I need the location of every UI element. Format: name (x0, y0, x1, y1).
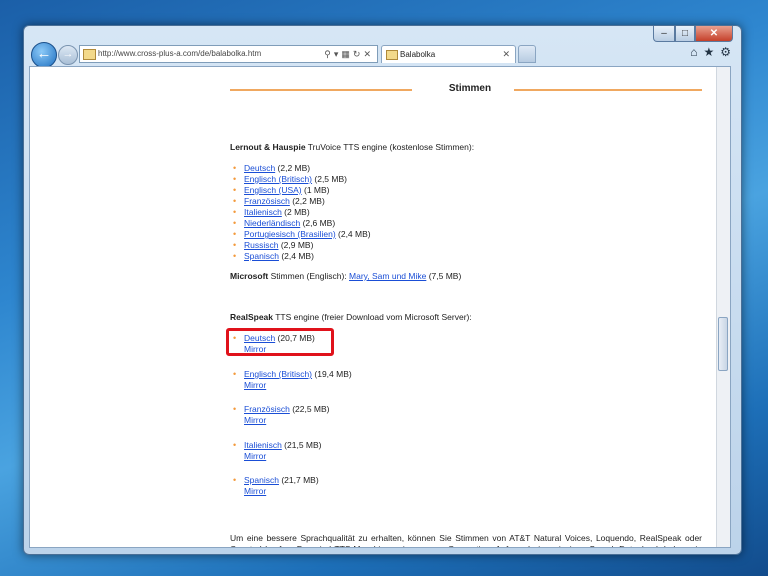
rs-mirror-spanisch[interactable]: Mirror (244, 486, 319, 497)
file-size: (7,5 MB) (426, 271, 462, 281)
maximize-button[interactable]: □ (675, 26, 695, 42)
refresh-icon[interactable]: ↻ (353, 49, 364, 59)
file-size: (2,2 MB) (275, 163, 311, 173)
header-divider-right (514, 89, 702, 91)
file-size: (19,4 MB) (312, 369, 352, 379)
rs-mirror-franzoesisch[interactable]: Mirror (244, 415, 330, 426)
list-item: Englisch (USA) (1 MB) (230, 185, 371, 196)
rs-link-franzoesisch[interactable]: Französisch (244, 404, 290, 414)
vertical-scrollbar[interactable] (716, 67, 730, 547)
lh-link-franzoesisch[interactable]: Französisch (244, 196, 290, 206)
rs-heading-text: TTS engine (freier Download vom Microsof… (273, 312, 472, 322)
ms-text: Stimmen (Englisch): (268, 271, 350, 281)
url-text: http://www.cross-plus-a.com/de/balabolka… (98, 49, 262, 58)
back-button[interactable]: ← (31, 42, 57, 68)
tab-page-icon (386, 50, 398, 60)
rs-brand: RealSpeak (230, 312, 273, 322)
file-size: (2,5 MB) (312, 174, 347, 184)
minimize-button[interactable]: – (653, 26, 675, 42)
page-viewport: Stimmen Lernout & Hauspie TruVoice TTS e… (29, 66, 731, 548)
file-size: (2,2 MB) (289, 196, 325, 206)
red-highlight-box (226, 328, 334, 356)
browser-toolbar-icons: ⌂ ★ ⚙ (684, 45, 731, 59)
star-icon[interactable]: ★ (703, 45, 714, 59)
lh-link-portugiesisch[interactable]: Portugiesisch (Brasilien) (244, 229, 336, 239)
list-item: Portugiesisch (Brasilien) (2,4 MB) (230, 229, 371, 240)
file-size: (21,7 MB) (278, 475, 319, 485)
forward-button[interactable]: → (58, 45, 78, 65)
file-size: (2,6 MB) (300, 218, 336, 228)
info-paragraph: Um eine bessere Sprachqualität zu erhalt… (230, 533, 702, 547)
lh-link-russisch[interactable]: Russisch (244, 240, 278, 250)
rs-item-italienisch: • Italienisch (21,5 MB) Mirror (230, 440, 322, 462)
rs-link-englisch-britisch[interactable]: Englisch (Britisch) (244, 369, 312, 379)
address-tools: ⚲▾▦↻✕ (324, 46, 374, 62)
lh-heading: Lernout & Hauspie TruVoice TTS engine (k… (230, 142, 474, 152)
arrow-left-icon: ← (36, 45, 52, 62)
rs-mirror-englisch-britisch[interactable]: Mirror (244, 380, 352, 391)
lh-link-italienisch[interactable]: Italienisch (244, 207, 282, 217)
browser-window: – □ ✕ ← → http://www.cross-plus-a.com/de… (23, 25, 742, 555)
lh-link-englisch-usa[interactable]: Englisch (USA) (244, 185, 302, 195)
bullet-icon: • (233, 440, 237, 450)
rs-heading: RealSpeak TTS engine (freier Download vo… (230, 312, 472, 322)
arrow-right-icon: → (62, 48, 74, 60)
lh-voice-list: Deutsch (2,2 MB) Englisch (Britisch) (2,… (230, 163, 371, 262)
file-size: (21,5 MB) (281, 440, 322, 450)
bullet-icon: • (233, 404, 237, 414)
lh-brand: Lernout & Hauspie (230, 142, 306, 152)
address-bar[interactable]: http://www.cross-plus-a.com/de/balabolka… (79, 45, 378, 63)
list-item: Russisch (2,9 MB) (230, 240, 371, 251)
home-icon[interactable]: ⌂ (690, 45, 697, 59)
lh-link-spanisch[interactable]: Spanisch (244, 251, 279, 261)
window-controls: – □ ✕ (653, 26, 733, 42)
rs-item-spanisch: • Spanisch (21,7 MB) Mirror (230, 475, 319, 497)
file-size: (22,5 MB) (289, 404, 330, 414)
new-tab-button[interactable] (518, 45, 536, 63)
list-item: Italienisch (2 MB) (230, 207, 371, 218)
bullet-icon: • (233, 369, 237, 379)
lh-link-englisch-britisch[interactable]: Englisch (Britisch) (244, 174, 312, 184)
bullet-icon: • (233, 475, 237, 485)
ms-line: Microsoft Stimmen (Englisch): Mary, Sam … (230, 271, 461, 281)
tab-balabolka[interactable]: Balabolka ✕ (381, 45, 516, 63)
file-size: (2 MB) (281, 207, 310, 217)
ms-brand: Microsoft (230, 271, 269, 281)
rs-mirror-italienisch[interactable]: Mirror (244, 451, 322, 462)
rs-link-spanisch[interactable]: Spanisch (244, 475, 279, 485)
gear-icon[interactable]: ⚙ (720, 45, 731, 59)
search-icon[interactable]: ⚲ (324, 49, 334, 59)
lh-link-deutsch[interactable]: Deutsch (244, 163, 275, 173)
file-size: (2,4 MB) (335, 229, 371, 239)
tab-title: Balabolka (400, 50, 436, 59)
rs-item-englisch-britisch: • Englisch (Britisch) (19,4 MB) Mirror (230, 369, 352, 391)
file-size: (2,4 MB) (278, 251, 314, 261)
list-item: Deutsch (2,2 MB) (230, 163, 371, 174)
file-size: (1 MB) (301, 185, 330, 195)
list-item: Niederländisch (2,6 MB) (230, 218, 371, 229)
ms-link-mary-sam-mike[interactable]: Mary, Sam und Mike (349, 271, 426, 281)
rs-item-franzoesisch: • Französisch (22,5 MB) Mirror (230, 404, 330, 426)
page-icon (83, 49, 96, 60)
lh-heading-text: TruVoice TTS engine (kostenlose Stimmen)… (305, 142, 475, 152)
list-item: Spanisch (2,4 MB) (230, 251, 371, 262)
file-size: (2,9 MB) (278, 240, 314, 250)
list-item: Französisch (2,2 MB) (230, 196, 371, 207)
lh-link-niederlaendisch[interactable]: Niederländisch (244, 218, 300, 228)
close-button[interactable]: ✕ (695, 26, 733, 42)
list-item: Englisch (Britisch) (2,5 MB) (230, 174, 371, 185)
compat-view-icon[interactable]: ▦ (341, 49, 353, 59)
tab-close-icon[interactable]: ✕ (502, 46, 510, 63)
scrollbar-thumb[interactable] (718, 317, 728, 371)
rs-link-italienisch[interactable]: Italienisch (244, 440, 282, 450)
stop-icon[interactable]: ✕ (363, 49, 374, 59)
